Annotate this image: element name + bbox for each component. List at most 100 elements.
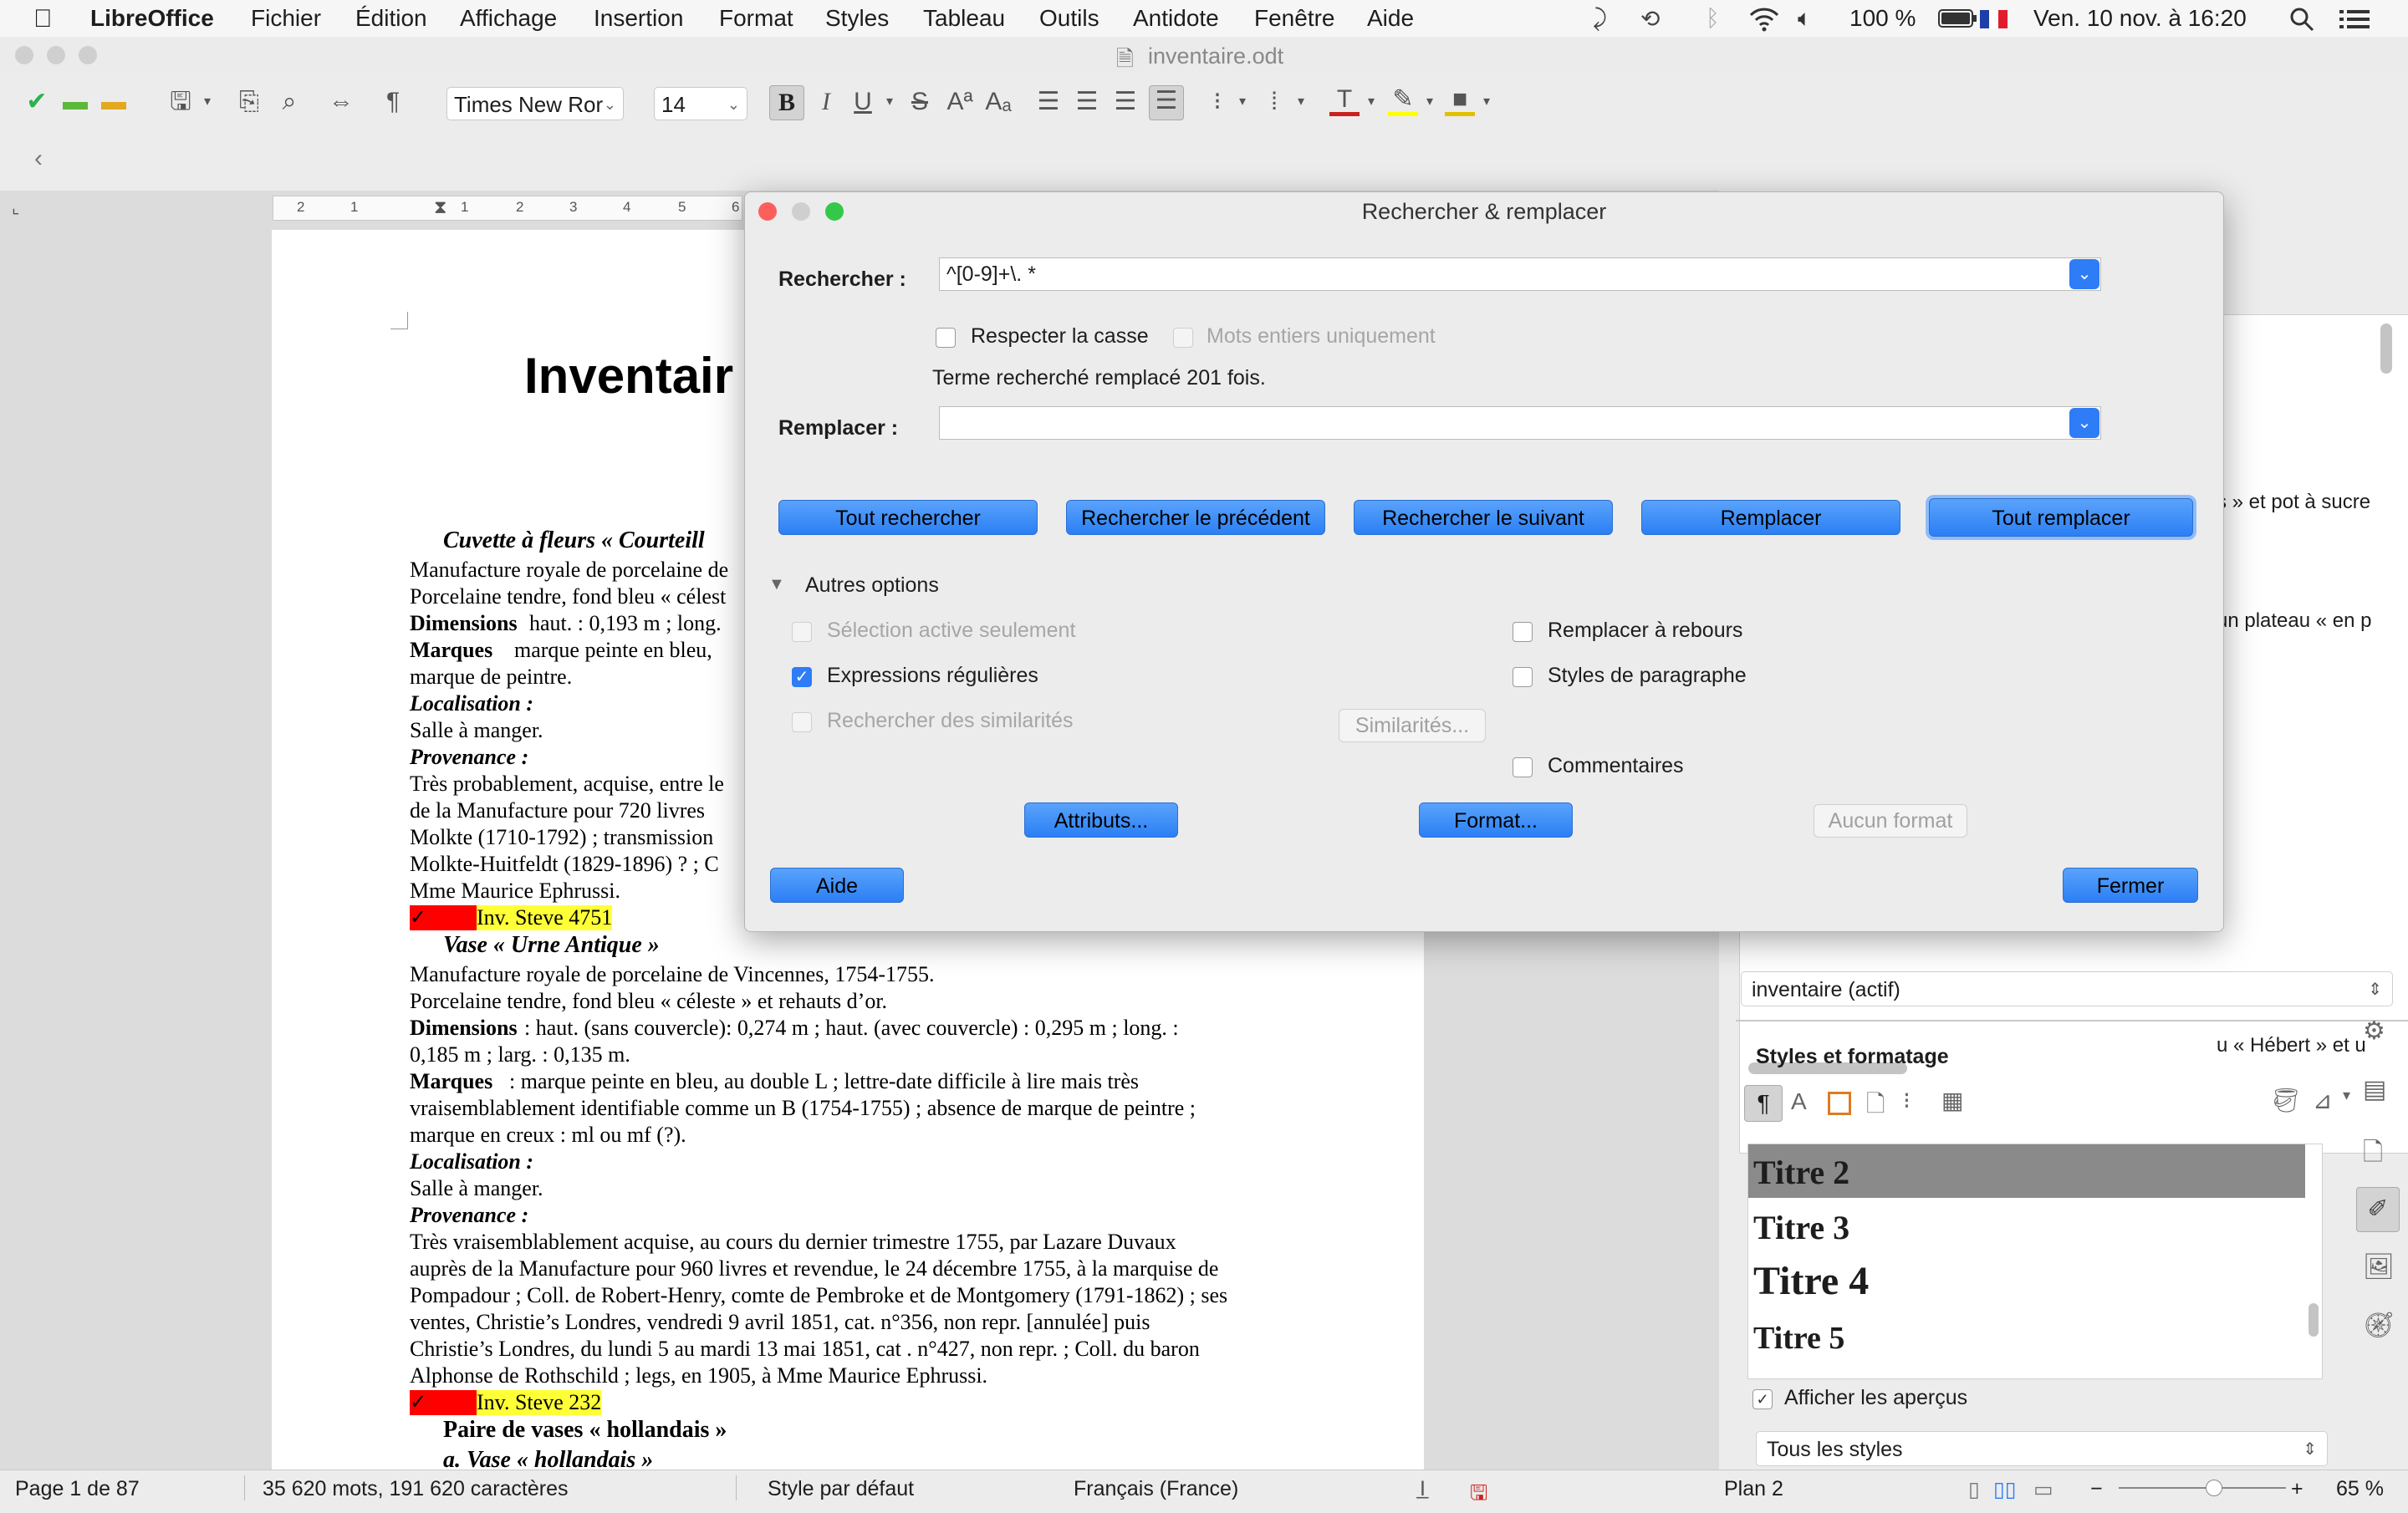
indent-marker-icon[interactable]: ⧗ xyxy=(434,196,446,218)
replace-history-dropdown[interactable]: ⌄ xyxy=(2069,408,2099,438)
menu-antidote[interactable]: Antidote xyxy=(1133,5,1219,32)
highlight-dropdown-icon[interactable]: ▾ xyxy=(1415,87,1445,117)
align-center-icon[interactable]: ☰ xyxy=(1072,87,1102,117)
antidote-guide-icon[interactable]: ▬ xyxy=(99,87,129,117)
navigator-scrollbar[interactable] xyxy=(2380,323,2392,374)
italic-icon[interactable]: I xyxy=(811,87,841,117)
style-item[interactable]: Titre 2 xyxy=(1753,1153,1849,1192)
zoom-level[interactable]: 65 % xyxy=(2336,1477,2384,1501)
font-name-combo[interactable]: Times New Ror ⌄ xyxy=(446,87,624,120)
match-case-checkbox[interactable] xyxy=(936,328,956,348)
sidebar-settings-icon[interactable]: ⚙ xyxy=(2363,1016,2385,1046)
single-page-view-icon[interactable]: ▯ xyxy=(1968,1477,1980,1502)
similarity-checkbox[interactable] xyxy=(792,712,812,732)
styles-scrollbar[interactable] xyxy=(2309,1303,2319,1337)
replace-all-button[interactable]: Tout remplacer xyxy=(1929,498,2193,537)
list-styles-icon[interactable]: ⁝ xyxy=(1903,1087,1911,1114)
replace-input[interactable] xyxy=(939,406,2101,440)
regex-checkbox[interactable]: ✓ xyxy=(792,667,812,687)
style-actions-dropdown-icon[interactable]: ▾ xyxy=(2343,1087,2350,1104)
hyperlink-icon[interactable]: ⇔ xyxy=(326,87,356,117)
app-menu[interactable]: LibreOffice xyxy=(90,5,214,32)
page-style[interactable]: Style par défaut xyxy=(768,1477,914,1501)
other-options-toggle-icon[interactable]: ▼ xyxy=(768,575,785,594)
close-button[interactable]: Fermer xyxy=(2063,868,2198,903)
paragraph-styles-icon[interactable]: ¶ xyxy=(1744,1085,1783,1122)
other-options-expander[interactable]: Autres options xyxy=(805,573,939,598)
background-dropdown-icon[interactable]: ▾ xyxy=(1472,87,1502,117)
zoom-slider-handle[interactable] xyxy=(2206,1480,2222,1496)
wifi-icon[interactable] xyxy=(1747,7,1781,32)
menu-tableau[interactable]: Tableau xyxy=(923,5,1005,32)
page-styles-icon[interactable]: 🗋︎ xyxy=(1866,1087,1885,1127)
find-replace-icon[interactable]: ⌕ xyxy=(274,87,304,117)
menu-fenetre[interactable]: Fenêtre xyxy=(1254,5,1335,32)
new-style-icon[interactable]: ⊿ xyxy=(2313,1087,2332,1114)
word-count[interactable]: 35 620 mots, 191 620 caractères xyxy=(263,1477,569,1501)
styles-filter-select[interactable]: Tous les styles ⇕ xyxy=(1756,1431,2328,1466)
highlight-color-icon[interactable]: ✎ xyxy=(1388,87,1418,116)
font-size-combo[interactable]: 14 ⌄ xyxy=(654,87,747,120)
style-item[interactable]: Titre 5 xyxy=(1753,1320,1844,1357)
menu-insertion[interactable]: Insertion xyxy=(594,5,683,32)
antidote-check-icon[interactable]: ✔ xyxy=(22,87,52,117)
replace-button[interactable]: Remplacer xyxy=(1641,500,1900,535)
search-input[interactable]: ^[0-9]+\. * xyxy=(939,257,2101,291)
search-history-dropdown[interactable]: ⌄ xyxy=(2069,259,2099,289)
save-icon[interactable]: 🖫︎ xyxy=(166,87,196,117)
page-indicator[interactable]: Page 1 de 87 xyxy=(15,1477,140,1501)
tab-stop-icon[interactable]: ⌞ xyxy=(12,197,19,218)
volume-icon[interactable]: 🔈︎ xyxy=(1798,5,1812,33)
notification-center-icon[interactable] xyxy=(2339,8,2370,30)
window-minimize-icon[interactable] xyxy=(47,46,65,64)
multi-page-view-icon[interactable]: ▯▯ xyxy=(1993,1477,2017,1502)
strikethrough-icon[interactable]: S xyxy=(905,87,935,117)
horizontal-ruler[interactable]: 2 1 ⧗ 1 2 3 4 5 6 xyxy=(273,196,742,221)
bullets-dropdown-icon[interactable]: ▾ xyxy=(1227,87,1258,117)
table-styles-icon[interactable]: ▦ xyxy=(1941,1087,1963,1114)
insert-mode-icon[interactable]: I̲ xyxy=(1420,1477,1426,1501)
menu-format[interactable]: Format xyxy=(719,5,793,32)
zoom-out-icon[interactable]: − xyxy=(2090,1477,2103,1501)
find-previous-button[interactable]: Rechercher le précédent xyxy=(1066,500,1325,535)
help-button[interactable]: Aide xyxy=(770,868,904,903)
battery-icon[interactable] xyxy=(1938,8,1978,28)
menu-fichier[interactable]: Fichier xyxy=(251,5,321,32)
formatting-marks-icon[interactable]: ¶ xyxy=(378,87,408,117)
frame-styles-icon[interactable] xyxy=(1828,1092,1851,1115)
numbering-dropdown-icon[interactable]: ▾ xyxy=(1286,87,1316,117)
zoom-in-icon[interactable]: + xyxy=(2291,1477,2303,1501)
superscript-icon[interactable]: Aª xyxy=(945,87,975,117)
font-color-icon[interactable]: T xyxy=(1329,87,1360,116)
similarity-button[interactable]: Similarités... xyxy=(1339,709,1486,742)
input-method-icon[interactable]: ⤸ xyxy=(1593,5,1607,33)
current-selection-checkbox[interactable] xyxy=(792,622,812,642)
paragraph-styles-checkbox[interactable] xyxy=(1513,667,1533,687)
style-item[interactable]: Titre 3 xyxy=(1753,1208,1849,1247)
subscript-icon[interactable]: Aₐ xyxy=(983,87,1013,117)
sidebar-properties-icon[interactable]: ▤ xyxy=(2363,1075,2386,1104)
menu-edition[interactable]: Édition xyxy=(355,5,427,32)
attributes-button[interactable]: Attributs... xyxy=(1024,802,1178,838)
navigator-document-select[interactable]: inventaire (actif) ⇕ xyxy=(1741,971,2393,1006)
menu-aide[interactable]: Aide xyxy=(1367,5,1414,32)
time-machine-icon[interactable]: ⟲ xyxy=(1640,5,1660,33)
book-view-icon[interactable]: ▭ xyxy=(2033,1477,2053,1502)
styles-list[interactable]: Titre 2 Titre 3 Titre 4 Titre 5 xyxy=(1747,1144,2323,1379)
language[interactable]: Français (France) xyxy=(1074,1477,1238,1501)
window-zoom-icon[interactable] xyxy=(79,46,97,64)
align-left-icon[interactable]: ☰ xyxy=(1033,87,1064,117)
spotlight-search-icon[interactable] xyxy=(2289,7,2314,32)
save-dropdown-icon[interactable]: ▾ xyxy=(192,87,222,117)
character-styles-icon[interactable]: A xyxy=(1791,1088,1807,1115)
apple-icon[interactable]:  xyxy=(33,5,53,33)
menu-styles[interactable]: Styles xyxy=(825,5,889,32)
document-modified-icon[interactable]: 🖫︎ xyxy=(1470,1477,1487,1513)
whole-words-checkbox[interactable] xyxy=(1173,328,1193,348)
font-color-dropdown-icon[interactable]: ▾ xyxy=(1356,87,1386,117)
numbering-icon[interactable]: ⁞ xyxy=(1259,87,1289,117)
no-format-button[interactable]: Aucun format xyxy=(1814,804,1967,838)
sidebar-page-icon[interactable]: 🗋︎ xyxy=(2363,1133,2383,1176)
menu-affichage[interactable]: Affichage xyxy=(460,5,557,32)
comments-checkbox[interactable] xyxy=(1513,757,1533,777)
